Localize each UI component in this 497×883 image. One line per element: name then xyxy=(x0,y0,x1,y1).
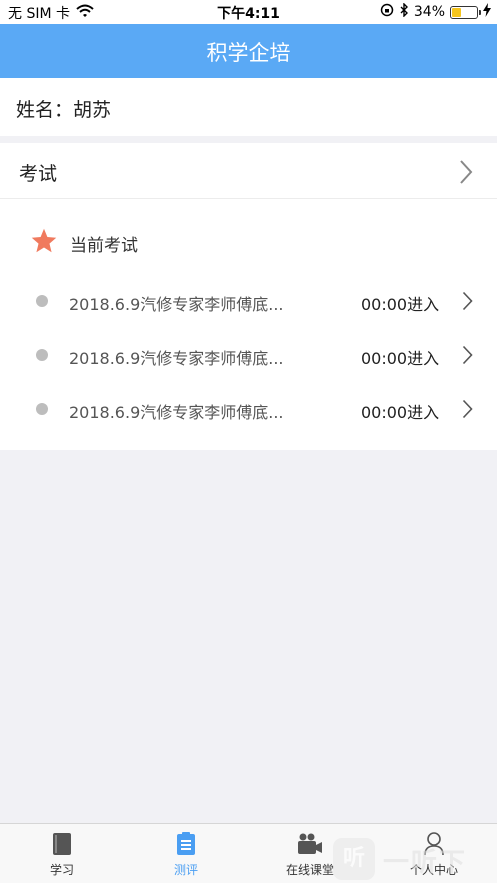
exam-enter-time[interactable]: 00:00进入 xyxy=(361,291,439,315)
chevron-right-icon xyxy=(462,399,473,423)
exam-header-row[interactable]: 考试 xyxy=(0,143,497,199)
chevron-right-icon xyxy=(462,345,473,369)
exam-list-item[interactable]: 2018.6.9汽修专家李师傅底... 00:00进入 xyxy=(0,335,497,375)
bullet-dot xyxy=(36,295,48,307)
bullet-dot xyxy=(36,349,48,361)
user-name: 姓名：胡苏 xyxy=(16,99,112,121)
exam-enter-time[interactable]: 00:00进入 xyxy=(361,399,439,423)
current-exam-label: 当前考试 xyxy=(70,235,138,256)
exam-list-item[interactable]: 2018.6.9汽修专家李师傅底... 00:00进入 xyxy=(0,281,497,321)
charging-icon xyxy=(483,3,491,21)
nav-bar: 积学企培 xyxy=(0,24,497,78)
watermark-text: 一听下载 xyxy=(383,848,468,878)
video-camera-icon xyxy=(297,832,323,860)
exam-list-item[interactable]: 2018.6.9汽修专家李师傅底... 00:00进入 xyxy=(0,389,497,429)
book-icon xyxy=(51,832,73,860)
chevron-right-icon xyxy=(462,291,473,315)
profile-row: 姓名：胡苏 xyxy=(0,78,497,136)
watermark-logo: 听 xyxy=(333,838,375,880)
battery-icon xyxy=(450,5,481,19)
exam-title: 2018.6.9汽修专家李师傅底... xyxy=(69,403,284,422)
status-bar: 无 SIM 卡 下午4:11 34% xyxy=(0,0,497,24)
chevron-right-icon xyxy=(459,159,473,189)
tab-study[interactable]: 学习 xyxy=(0,824,124,883)
exam-card: 考试 当前考试 2018.6.9汽修专家李师傅底... 00:00进入 2018… xyxy=(0,143,497,450)
watermark: 听 一听下载 xyxy=(333,834,491,883)
tab-label: 学习 xyxy=(49,863,74,877)
clipboard-icon xyxy=(176,832,196,860)
exam-header-label: 考试 xyxy=(19,163,58,185)
tab-assessment[interactable]: 测评 xyxy=(124,824,248,883)
orientation-lock-icon xyxy=(380,3,394,21)
exam-enter-time[interactable]: 00:00进入 xyxy=(361,345,439,369)
page-title: 积学企培 xyxy=(206,41,291,65)
star-icon xyxy=(30,227,58,259)
battery-percent: 34% xyxy=(413,4,445,20)
exam-title: 2018.6.9汽修专家李师傅底... xyxy=(69,349,284,368)
bluetooth-icon xyxy=(399,2,409,21)
tab-label: 测评 xyxy=(173,863,198,877)
current-exam-heading: 当前考试 xyxy=(30,227,138,259)
bullet-dot xyxy=(36,403,48,415)
battery-fill xyxy=(452,7,461,17)
exam-title: 2018.6.9汽修专家李师傅底... xyxy=(69,295,284,314)
